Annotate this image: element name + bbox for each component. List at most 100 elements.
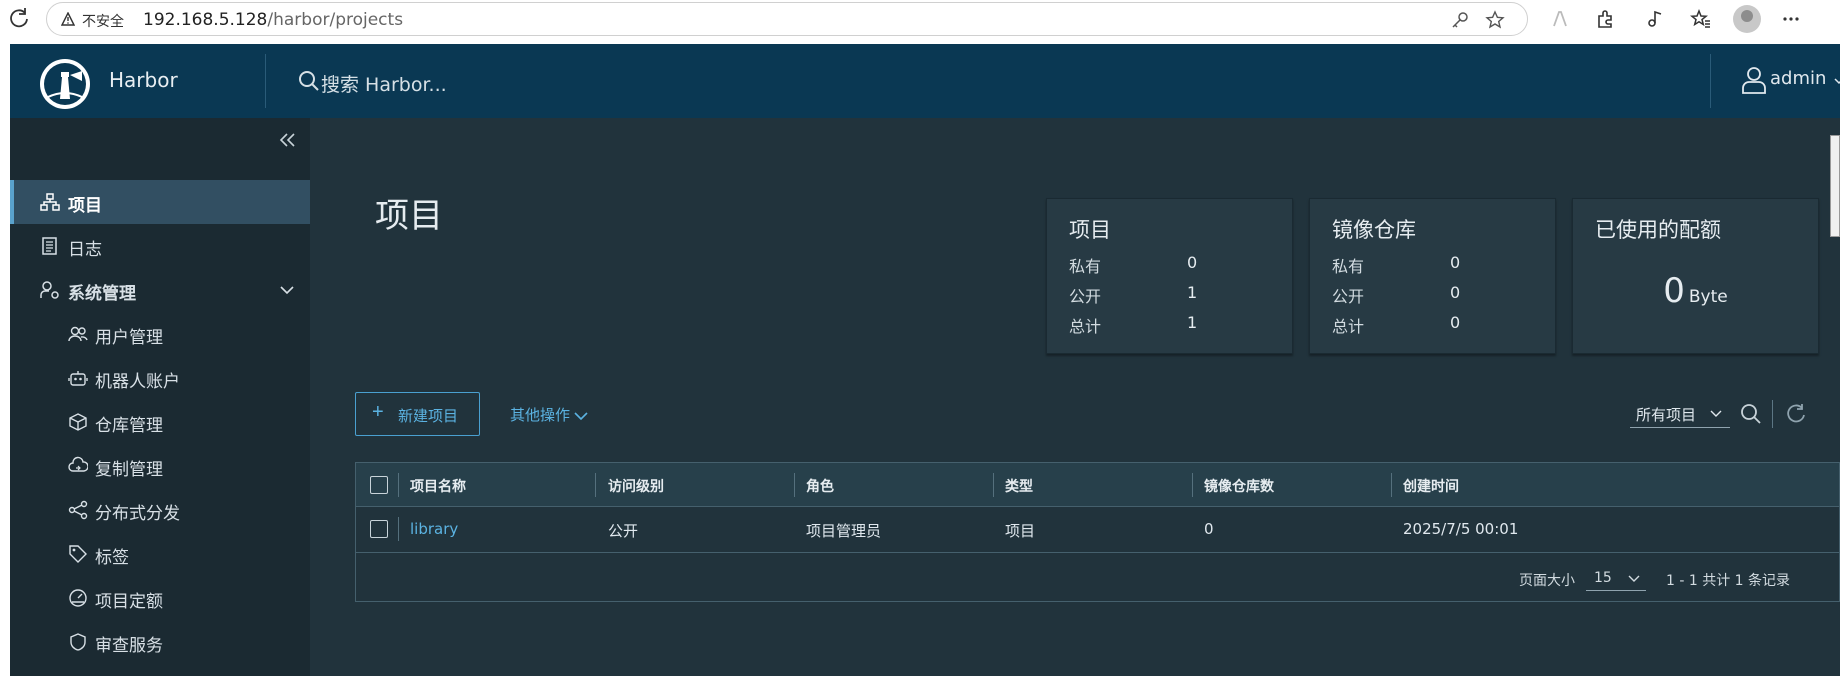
media-icon[interactable] xyxy=(1644,8,1666,30)
card-row-private: 私有 0 xyxy=(1069,253,1269,277)
row-label: 总计 xyxy=(1069,317,1102,336)
chevron-down-icon xyxy=(1628,575,1640,582)
select-all-cell xyxy=(356,463,398,506)
cell-type: 项目 xyxy=(993,507,1192,552)
quota-unit: Byte xyxy=(1688,287,1728,307)
plus-icon: + xyxy=(372,401,384,423)
sidebar-item-label: 项目定额 xyxy=(95,592,163,612)
side-panel-tab[interactable] xyxy=(1830,135,1840,237)
project-name-link[interactable]: library xyxy=(410,520,458,538)
column-header-name[interactable]: 项目名称 xyxy=(398,463,595,506)
column-header-type[interactable]: 类型 xyxy=(993,463,1192,506)
key-icon[interactable] xyxy=(1451,11,1469,29)
refresh-icon[interactable] xyxy=(1785,403,1807,425)
page-size-select[interactable]: 15 xyxy=(1586,563,1646,591)
sidebar: 项目 日志 系统管理 用户管理 机器人账户 仓库管理 复制管理 分布式分发 标签… xyxy=(10,118,310,676)
cell-text: 项目 xyxy=(1005,522,1036,540)
security-status[interactable]: 不安全 xyxy=(82,11,124,31)
address-bar[interactable]: 不安全 192.168.5.128/harbor/projects xyxy=(46,2,1528,36)
sidebar-item-label: 日志 xyxy=(68,240,102,260)
url-path: /harbor/projects xyxy=(267,10,404,30)
search-icon[interactable] xyxy=(1740,403,1762,425)
reload-icon[interactable] xyxy=(8,7,30,29)
sidebar-item-robot-accounts[interactable]: 机器人账户 xyxy=(10,356,310,400)
chevron-down-icon[interactable] xyxy=(280,285,294,295)
column-header-role[interactable]: 角色 xyxy=(794,463,993,506)
new-project-label: 新建项目 xyxy=(398,408,459,425)
harbor-logo[interactable] xyxy=(40,59,90,109)
toolbar-divider xyxy=(1772,400,1773,428)
row-select-cell xyxy=(356,507,398,552)
row-value: 1 xyxy=(1187,313,1198,332)
projects-table: 项目名称 访问级别 角色 类型 镜像仓库数 创建时间 library 公开 项目… xyxy=(355,462,1840,602)
column-header-repo-count[interactable]: 镜像仓库数 xyxy=(1192,463,1391,506)
card-title: 项目 xyxy=(1069,218,1111,242)
warning-icon[interactable] xyxy=(61,12,75,26)
sidebar-item-distributions[interactable]: 分布式分发 xyxy=(10,488,310,532)
sidebar-item-project-quotas[interactable]: 项目定额 xyxy=(10,576,310,620)
sidebar-item-projects[interactable]: 项目 xyxy=(10,180,310,224)
search-icon[interactable] xyxy=(297,69,321,93)
more-icon[interactable] xyxy=(1780,8,1802,30)
cell-name: library xyxy=(398,507,595,552)
collapse-sidebar-icon[interactable] xyxy=(278,132,298,148)
global-search-input[interactable]: 搜索 Harbor... xyxy=(321,70,447,97)
sidebar-item-logs[interactable]: 日志 xyxy=(10,224,310,268)
sidebar-item-users[interactable]: 用户管理 xyxy=(10,312,310,356)
profile-avatar[interactable] xyxy=(1733,5,1761,33)
url-text[interactable]: 192.168.5.128/harbor/projects xyxy=(143,10,403,30)
row-label: 私有 xyxy=(1332,257,1365,276)
sidebar-item-interrogation-services[interactable]: 审查服务 xyxy=(10,620,310,664)
chevron-down-icon xyxy=(1710,410,1722,417)
card-row-total: 总计 0 xyxy=(1332,313,1532,337)
row-checkbox[interactable] xyxy=(370,520,388,538)
row-value: 0 xyxy=(1450,283,1461,302)
select-all-checkbox[interactable] xyxy=(370,476,388,494)
cell-text: 项目管理员 xyxy=(806,522,882,540)
row-value: 0 xyxy=(1450,313,1461,332)
row-label: 总计 xyxy=(1332,317,1365,336)
user-menu[interactable]: admin xyxy=(1770,68,1826,89)
page-size-label: 页面大小 xyxy=(1519,573,1575,589)
sidebar-item-label: 仓库管理 xyxy=(95,416,163,436)
sidebar-item-label: 标签 xyxy=(95,548,129,568)
page-title: 项目 xyxy=(375,196,443,236)
column-header-access-level[interactable]: 访问级别 xyxy=(596,463,794,506)
column-header-label: 镜像仓库数 xyxy=(1204,479,1274,495)
reading-mode-icon[interactable] xyxy=(1550,8,1572,30)
sidebar-item-labels[interactable]: 标签 xyxy=(10,532,310,576)
cell-text: 0 xyxy=(1204,520,1214,538)
new-project-button[interactable]: + 新建项目 xyxy=(355,392,480,436)
more-actions-button[interactable]: 其他操作 xyxy=(510,404,588,425)
favorites-icon[interactable] xyxy=(1690,8,1712,30)
column-header-label: 角色 xyxy=(806,479,834,495)
header-divider xyxy=(265,54,266,108)
extensions-icon[interactable] xyxy=(1595,8,1617,30)
user-icon[interactable] xyxy=(1741,66,1767,94)
cell-access-level: 公开 xyxy=(596,507,794,552)
repositories-summary-card: 镜像仓库 私有 0 公开 0 总计 0 xyxy=(1309,198,1556,354)
cell-text: 2025/7/5 00:01 xyxy=(1403,520,1519,538)
row-label: 公开 xyxy=(1332,287,1365,306)
cell-creation-time: 2025/7/5 00:01 xyxy=(1391,507,1839,552)
card-row-public: 公开 0 xyxy=(1332,283,1532,307)
main-content: 项目 项目 私有 0 公开 1 总计 1 镜像仓库 私有 0 公开 0 总计 0 xyxy=(310,118,1840,676)
sidebar-item-replications[interactable]: 复制管理 xyxy=(10,444,310,488)
column-header-label: 访问级别 xyxy=(608,479,664,495)
table-header: 项目名称 访问级别 角色 类型 镜像仓库数 创建时间 xyxy=(356,463,1839,507)
sidebar-item-admin[interactable]: 系统管理 xyxy=(10,268,310,312)
row-label: 公开 xyxy=(1069,287,1102,306)
sidebar-item-label: 系统管理 xyxy=(68,284,136,304)
project-filter-select[interactable]: 所有项目 xyxy=(1630,400,1730,428)
app-name[interactable]: Harbor xyxy=(109,68,178,92)
card-row-private: 私有 0 xyxy=(1332,253,1532,277)
favorite-star-icon[interactable] xyxy=(1485,10,1505,30)
sidebar-item-label: 复制管理 xyxy=(95,460,163,480)
column-header-creation-time[interactable]: 创建时间 xyxy=(1391,463,1839,506)
table-row[interactable]: library 公开 项目管理员 项目 0 2025/7/5 00:01 xyxy=(356,507,1839,553)
sidebar-item-registries[interactable]: 仓库管理 xyxy=(10,400,310,444)
chevron-down-icon[interactable] xyxy=(1834,77,1840,85)
quota-number: 0 xyxy=(1663,271,1685,311)
app-header: Harbor 搜索 Harbor... admin xyxy=(10,44,1840,118)
card-title: 已使用的配额 xyxy=(1595,218,1721,242)
